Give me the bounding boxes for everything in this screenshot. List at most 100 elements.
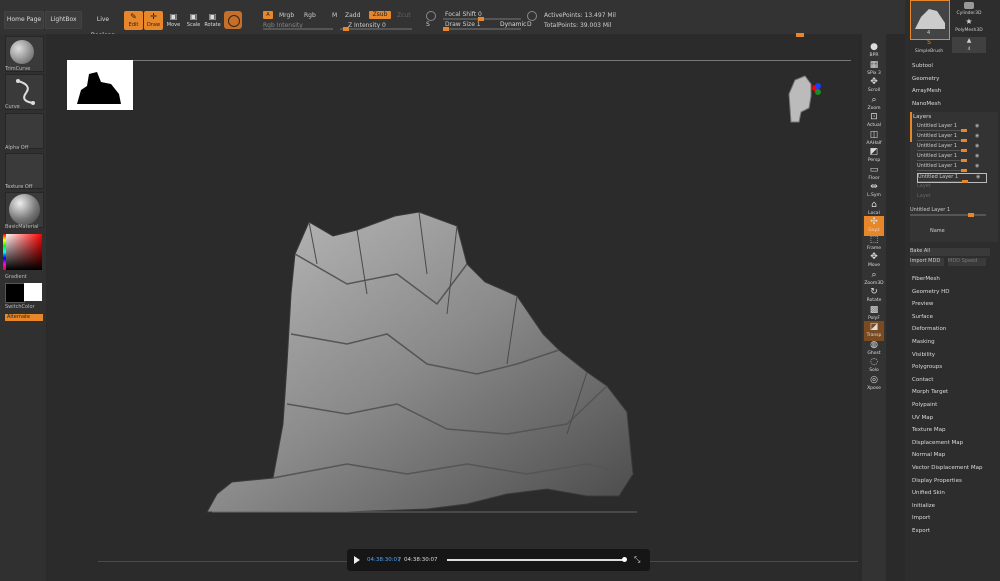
fullscreen-exit-icon[interactable]: ⤡: [634, 555, 640, 565]
material-sphere-button[interactable]: [224, 11, 242, 29]
hue-slider[interactable]: [3, 234, 6, 270]
lightbox-button[interactable]: LightBox: [45, 11, 82, 29]
eye-icon[interactable]: ◉: [975, 133, 979, 139]
menu-arraymesh[interactable]: ArrayMesh: [912, 88, 941, 94]
menu-morph-target[interactable]: Morph Target: [912, 389, 948, 395]
layer-row[interactable]: Untitled Layer 1 ◉: [917, 143, 985, 152]
menu-geometry-hd[interactable]: Geometry HD: [912, 289, 950, 295]
a-toggle[interactable]: A: [263, 11, 273, 19]
menu-subtool[interactable]: Subtool: [912, 63, 933, 69]
scroll-marker[interactable]: [796, 33, 804, 37]
zadd-button[interactable]: Zadd: [345, 12, 360, 19]
layer-row[interactable]: Untitled Layer 1 ◉: [917, 133, 985, 142]
layer-row[interactable]: Untitled Layer 1 ◉: [917, 153, 985, 162]
layer-intensity-slider[interactable]: [910, 213, 986, 217]
eye-icon[interactable]: ◉: [975, 143, 979, 149]
live-boolean-button[interactable]: Live Boolean: [83, 11, 123, 39]
alpha-button[interactable]: [5, 113, 44, 149]
menu-display-properties[interactable]: Display Properties: [912, 478, 962, 484]
material-button[interactable]: [5, 192, 44, 228]
menu-visibility[interactable]: Visibility: [912, 352, 935, 358]
current-tool-thumb[interactable]: 4: [910, 0, 950, 40]
layer-strength-slider[interactable]: [917, 169, 967, 172]
layer-strength-knob[interactable]: [961, 159, 967, 162]
s-toggle[interactable]: S: [426, 11, 438, 31]
rgb-intensity-slider[interactable]: [263, 28, 333, 30]
primary-color-swatch[interactable]: [5, 283, 25, 303]
menu-import[interactable]: Import: [912, 515, 930, 521]
menu-unified-skin[interactable]: Unified Skin: [912, 490, 945, 496]
import-mdd-button[interactable]: Import MDD: [910, 258, 944, 266]
layer-strength-knob[interactable]: [961, 149, 967, 152]
layer-row[interactable]: Untitled Layer 1 ◉: [917, 173, 987, 183]
rock-small-icon: ▲: [966, 37, 972, 44]
polymesh3d-thumb[interactable]: ★ PolyMesh3D: [949, 17, 989, 35]
layer-strength-slider[interactable]: [917, 149, 967, 152]
viewport-canvas[interactable]: [47, 34, 859, 581]
edit-tool-button[interactable]: ✎ Edit: [124, 11, 143, 30]
play-icon[interactable]: [354, 556, 360, 564]
menu-export[interactable]: Export: [912, 528, 930, 534]
layer-strength-knob[interactable]: [961, 129, 967, 132]
draw-size-slider[interactable]: [443, 27, 521, 31]
layer-row[interactable]: Untitled Layer 1 ◉: [917, 123, 985, 132]
home-page-button[interactable]: Home Page: [4, 11, 44, 29]
video-progress-bar[interactable]: [447, 557, 627, 562]
zsub-button[interactable]: Zsub: [369, 11, 391, 19]
move-tool-button[interactable]: ▣ Move: [164, 11, 183, 30]
dynamic-toggle[interactable]: Dynamic: [500, 21, 526, 28]
eye-icon[interactable]: ◉: [976, 174, 980, 180]
layers-title[interactable]: Layers: [913, 114, 931, 120]
video-progress-knob[interactable]: [622, 557, 627, 562]
orientation-head-gizmo[interactable]: [787, 74, 821, 126]
menu-texture-map[interactable]: Texture Map: [912, 427, 946, 433]
layer-strength-slider[interactable]: [917, 139, 967, 142]
focal-shift-slider[interactable]: [443, 17, 521, 21]
layer-strength-slider[interactable]: [917, 129, 967, 132]
menu-nanomesh[interactable]: NanoMesh: [912, 101, 941, 107]
switch-color-button[interactable]: SwitchColor: [5, 304, 45, 310]
rgb-button[interactable]: Rgb: [304, 12, 316, 19]
draw-tool-button[interactable]: ✛ Draw: [144, 11, 163, 30]
color-picker[interactable]: [5, 234, 42, 270]
alternate-button[interactable]: Alternate: [5, 314, 43, 321]
cylinder3d-thumb[interactable]: Cylinder3D: [952, 2, 986, 16]
layer-strength-slider[interactable]: [917, 159, 967, 162]
simplebrush-thumb[interactable]: S SimpleBrush: [910, 39, 948, 55]
menu-uv-map[interactable]: UV Map: [912, 415, 933, 421]
bake-all-button[interactable]: Bake All: [910, 248, 990, 256]
eye-icon[interactable]: ◉: [975, 123, 979, 129]
menu-preview[interactable]: Preview: [912, 301, 933, 307]
layer-strength-knob[interactable]: [961, 169, 967, 172]
menu-polygroups[interactable]: Polygroups: [912, 364, 942, 370]
rock-small-thumb[interactable]: ▲ 4: [952, 37, 986, 53]
menu-vector-displacement-map[interactable]: Vector Displacement Map: [912, 465, 982, 471]
menu-displacement-map[interactable]: Displacement Map: [912, 440, 963, 446]
z-intensity-slider[interactable]: [340, 27, 412, 31]
menu-deformation[interactable]: Deformation: [912, 326, 946, 332]
scale-tool-button[interactable]: ▣ Scale: [184, 11, 203, 30]
mdd-speed-slider[interactable]: MDD Speed: [948, 258, 986, 266]
shelf-xpose-button[interactable]: ◎ Xpose: [864, 374, 884, 394]
layer-row[interactable]: Untitled Layer 1 ◉: [917, 163, 985, 172]
menu-normal-map[interactable]: Normal Map: [912, 452, 945, 458]
rotate-tool-button[interactable]: ▣ Rotate: [203, 11, 222, 30]
eye-icon[interactable]: ◉: [975, 153, 979, 159]
menu-polypaint[interactable]: Polypaint: [912, 402, 937, 408]
eye-icon[interactable]: ◉: [975, 163, 979, 169]
m-button[interactable]: M: [332, 12, 337, 19]
layer-name-button[interactable]: Name: [930, 228, 945, 234]
zcut-button[interactable]: Zcut: [397, 12, 411, 19]
secondary-color-swatch[interactable]: [24, 283, 42, 301]
layer-strength-knob[interactable]: [961, 139, 967, 142]
rock-sculpt-mesh[interactable]: [47, 34, 859, 581]
menu-initialize[interactable]: Initialize: [912, 503, 935, 509]
menu-surface[interactable]: Surface: [912, 314, 933, 320]
mrgb-button[interactable]: Mrgb: [279, 12, 294, 19]
d-toggle[interactable]: D: [527, 11, 539, 31]
menu-fibermesh[interactable]: FiberMesh: [912, 276, 940, 282]
layer-strength-slider[interactable]: [918, 180, 968, 183]
menu-masking[interactable]: Masking: [912, 339, 935, 345]
menu-contact[interactable]: Contact: [912, 377, 933, 383]
menu-geometry[interactable]: Geometry: [912, 76, 939, 82]
